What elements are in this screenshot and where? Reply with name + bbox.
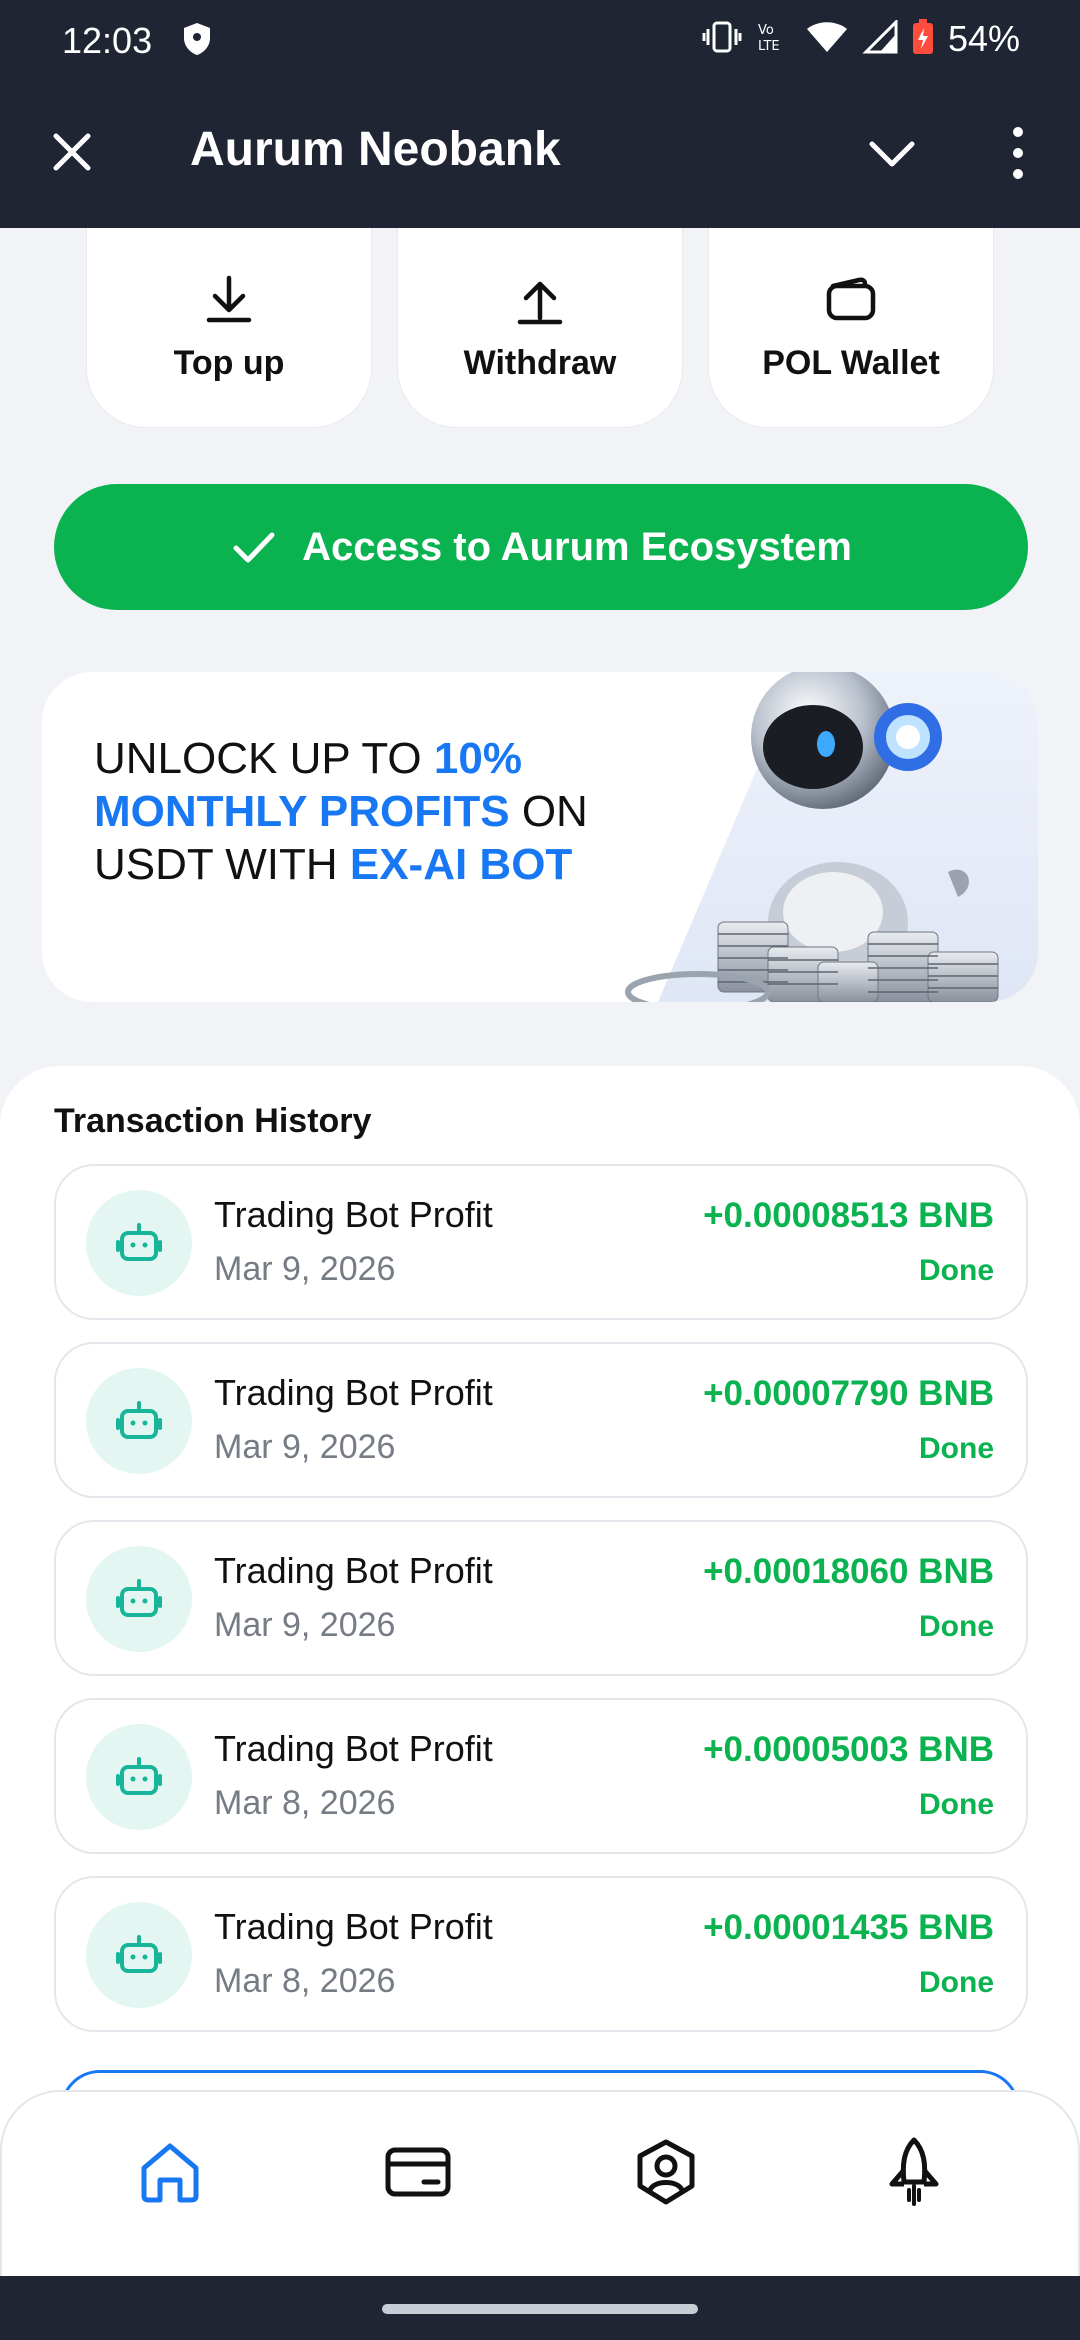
home-gesture-handle[interactable] [382,2304,698,2314]
transaction-status: Done [919,1432,994,1465]
signal-icon [862,17,898,59]
transaction-row[interactable]: Trading Bot Profit Mar 9, 2026 +0.000077… [54,1342,1028,1498]
withdraw-label: Withdraw [463,344,617,382]
pol-wallet-button[interactable]: POL Wallet [708,228,994,428]
upload-icon [517,281,563,325]
transaction-date: Mar 8, 2026 [214,1962,396,2000]
battery-percent: 54% [947,18,1020,59]
transaction-title: Trading Bot Profit [214,1550,493,1591]
promo-banner[interactable]: Unlock up to 10% monthly profits on USDT… [42,672,1038,1002]
access-ecosystem-button[interactable]: Access to Aurum Ecosystem [54,484,1028,610]
transaction-title: Trading Bot Profit [214,1194,493,1235]
transaction-row[interactable]: Trading Bot Profit Mar 9, 2026 +0.000180… [54,1520,1028,1676]
shield-icon [182,22,212,61]
transaction-amount: +0.00007790 BNB [703,1374,994,1413]
transaction-title: Trading Bot Profit [214,1906,493,1947]
transaction-status: Done [919,1254,994,1287]
transaction-title: Trading Bot Profit [214,1728,493,1769]
transaction-date: Mar 9, 2026 [214,1428,396,1466]
top-up-label: Top up [173,344,285,382]
transaction-date: Mar 9, 2026 [214,1606,396,1644]
promo-text: Unlock up to 10% monthly profits on USDT… [94,732,614,891]
transaction-date: Mar 8, 2026 [214,1784,396,1822]
transaction-status: Done [919,1788,994,1821]
home-icon[interactable] [132,2134,208,2210]
svg-text:LTE: LTE [758,39,780,54]
promo-text-highlight2: EX-AI Bot [349,840,573,889]
app-bar: Aurum Neobank [0,80,1080,228]
status-bar: 12:03 Vo LTE 54% [0,0,1080,80]
battery-icon [912,18,934,60]
transaction-amount: +0.00008513 BNB [703,1196,994,1235]
promo-text-part1: Unlock up to [94,734,434,783]
transaction-date: Mar 9, 2026 [214,1250,396,1288]
system-navigation-bar [0,2276,1080,2340]
svg-text:Vo: Vo [758,23,774,38]
transaction-amount: +0.00005003 BNB [703,1730,994,1769]
bot-icon [86,1902,192,2008]
wallet-icon [826,277,876,321]
transaction-row[interactable]: Trading Bot Profit Mar 8, 2026 +0.000050… [54,1698,1028,1854]
bot-icon [86,1724,192,1830]
transaction-history-heading: Transaction History [54,1102,372,1140]
withdraw-button[interactable]: Withdraw [397,228,683,428]
wifi-icon [806,20,848,59]
transaction-title: Trading Bot Profit [214,1372,493,1413]
transaction-status: Done [919,1610,994,1643]
pol-wallet-label: POL Wallet [762,344,940,382]
bot-icon [86,1546,192,1652]
top-up-button[interactable]: Top up [86,228,372,428]
card-icon[interactable] [380,2134,456,2210]
more-menu-icon[interactable] [998,120,1038,190]
transaction-amount: +0.00018060 BNB [703,1552,994,1591]
transaction-history-section: Transaction History Trading Bot Profit M… [0,1066,1080,2176]
transaction-row[interactable]: Trading Bot Profit Mar 8, 2026 +0.000014… [54,1876,1028,2032]
chevron-down-icon[interactable] [862,124,922,184]
rocket-icon[interactable] [876,2134,952,2210]
access-label: Access to Aurum Ecosystem [302,524,852,569]
profile-icon[interactable] [628,2134,704,2210]
check-icon [233,532,275,563]
transaction-status: Done [919,1966,994,1999]
volte-icon: Vo LTE [756,20,792,59]
download-icon [206,275,252,323]
close-icon[interactable] [44,124,100,180]
vibrate-icon [702,20,742,59]
transaction-amount: +0.00001435 BNB [703,1908,994,1947]
app-title: Aurum Neobank [190,123,561,176]
robot-coins-illustration [625,672,1038,1002]
status-time: 12:03 [62,20,153,61]
transaction-row[interactable]: Trading Bot Profit Mar 9, 2026 +0.000085… [54,1164,1028,1320]
bot-icon [86,1368,192,1474]
bot-icon [86,1190,192,1296]
bottom-navigation [0,2090,1080,2276]
